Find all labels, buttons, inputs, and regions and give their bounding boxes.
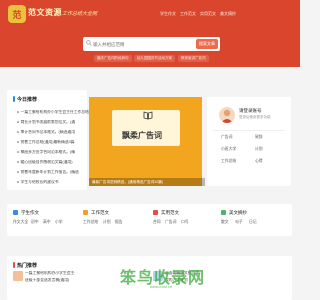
list-item[interactable]: 一篇工聚给机构办小学生会主任工作总结 xyxy=(25,271,75,276)
divider xyxy=(213,130,285,131)
section-bar xyxy=(13,96,15,102)
list-item[interactable]: 销售年度新年计划工作报告。(精选 xyxy=(17,170,93,175)
list-item[interactable]: 暖心班级自作感谢范文篇(通用) xyxy=(17,160,93,165)
list-item[interactable]: 一篇工聚给机构办小学生会主任工作总结 xyxy=(17,110,93,115)
profile-card: 请登录账号 登录后使用更多功能 广告词 致辞 小班大学 计划 工作总结 心得 xyxy=(207,97,291,186)
search-input[interactable] xyxy=(93,39,193,49)
search-icon xyxy=(86,40,92,46)
category-link[interactable]: 口号 xyxy=(181,220,189,225)
watermark-url: www.bnsl.cn xyxy=(150,284,173,289)
latest-card: 今日推荐 一篇工聚给机构办小学生会主任工作总结 商业计划书发展前策划范文。(通 … xyxy=(7,90,89,190)
list-item[interactable]: 稿纸多方签字合同范本格式。(精 xyxy=(17,150,93,155)
profile-link[interactable]: 小班大学 xyxy=(221,147,236,152)
book-icon xyxy=(143,111,153,120)
nav-item-practical[interactable]: 实用范文 xyxy=(200,11,216,17)
section-bar xyxy=(13,262,15,268)
category-link[interactable]: 工作总结 xyxy=(83,220,98,225)
category-title[interactable]: 美文摘抄 xyxy=(229,210,247,216)
list-item[interactable]: 学生写给校长的建议书 xyxy=(17,180,93,185)
featured-banner[interactable]: 飘柔广告词 最新广告词范例精选，(通用精选广告词10篇) xyxy=(89,97,205,186)
category-title[interactable]: 学生作文 xyxy=(21,210,39,216)
category-link[interactable]: 日记 xyxy=(249,220,257,225)
nav-item-students[interactable]: 学生作文 xyxy=(160,11,176,17)
students-icon xyxy=(13,210,18,215)
list-item[interactable]: 班级干部竞选发言稿(通用) xyxy=(25,278,75,283)
profile-link[interactable]: 工作总结 xyxy=(221,159,236,164)
hot-tag[interactable]: 婚庆广告词的经典句 xyxy=(94,55,132,62)
hot-tag[interactable]: 幼儿园国庆节活动方案 xyxy=(134,55,175,62)
category-link[interactable]: 报告 xyxy=(115,220,123,225)
logo-text[interactable]: 范文资源 xyxy=(28,7,62,18)
banner-title: 飘柔广告词 xyxy=(122,131,162,140)
category-link[interactable]: 广告词 xyxy=(165,220,176,225)
category-title[interactable]: 工作范文 xyxy=(91,210,109,216)
category-link[interactable]: 作文大全 xyxy=(13,220,28,225)
category-link[interactable]: 散文 xyxy=(221,220,229,225)
category-link[interactable]: 计划 xyxy=(103,220,111,225)
category-title[interactable]: 实用范文 xyxy=(161,210,179,216)
site-header: 范 范文资源 工作总结大全网 学生作文 工作范文 实用范文 美文摘抄 搜索文章 … xyxy=(0,0,300,67)
list-item[interactable]: 销售工作总结(通用)最新精选3篇 xyxy=(17,140,93,145)
practical-icon xyxy=(153,210,158,215)
banner-caption: 最新广告词范例精选，(通用精选广告词10篇) xyxy=(89,178,205,186)
profile-link[interactable]: 致辞 xyxy=(255,135,263,140)
section-title: 热门推荐 xyxy=(17,263,38,269)
profile-link[interactable]: 广告词 xyxy=(221,135,232,140)
category-link[interactable]: 句子 xyxy=(235,220,243,225)
user-icon xyxy=(221,109,233,123)
excerpts-icon xyxy=(221,210,226,215)
search-box: 搜索文章 xyxy=(83,37,220,51)
category-link[interactable]: 合同 xyxy=(153,220,161,225)
profile-link[interactable]: 计划 xyxy=(255,147,263,152)
thumbnail[interactable] xyxy=(13,271,23,281)
login-subtitle: 登录后使用更多功能 xyxy=(239,115,271,119)
list-item[interactable]: 审计合同书范本格式。(精选通用 xyxy=(17,130,93,135)
hot-tag[interactable]: 教师宣讲广告词 xyxy=(178,55,209,62)
login-link[interactable]: 请登录账号 xyxy=(239,108,262,114)
nav-item-excerpts[interactable]: 美文摘抄 xyxy=(220,11,236,17)
avatar[interactable] xyxy=(219,107,235,123)
categories-bar: 学生作文 作文大全 初中 高中 小学 工作范文 工作总结 计划 报告 实用范文 … xyxy=(7,204,292,236)
category-link[interactable]: 初中 xyxy=(31,220,39,225)
work-icon xyxy=(83,210,88,215)
logo-icon[interactable]: 范 xyxy=(8,5,26,23)
category-link[interactable]: 高中 xyxy=(43,220,51,225)
section-title: 今日推荐 xyxy=(17,97,38,103)
nav-item-work[interactable]: 工作范文 xyxy=(180,11,196,17)
profile-link[interactable]: 心得 xyxy=(255,159,263,164)
list-item[interactable]: 商业计划书发展前策划范文。(通 xyxy=(17,120,93,125)
slogan: 工作总结大全网 xyxy=(62,11,98,17)
category-link[interactable]: 小学 xyxy=(55,220,63,225)
search-button[interactable]: 搜索文章 xyxy=(196,39,218,49)
